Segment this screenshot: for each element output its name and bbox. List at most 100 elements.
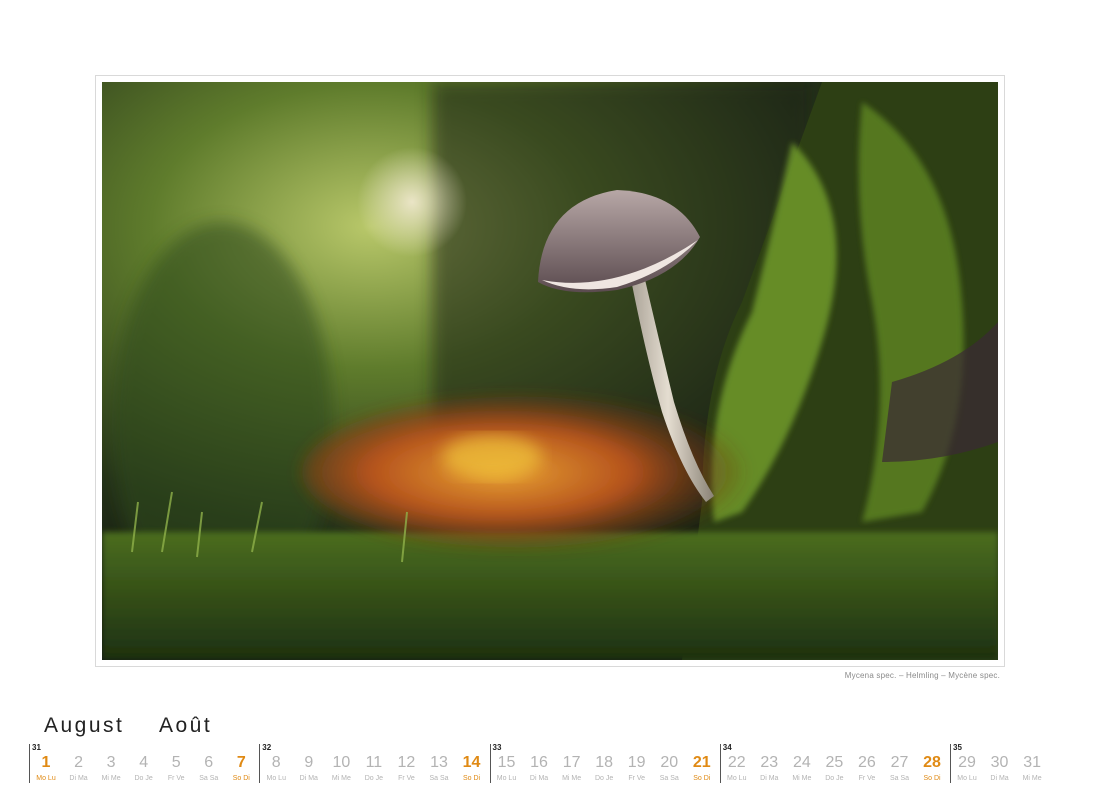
calendar-day: 9 Di Ma [293, 754, 325, 784]
calendar-day: 6 Sa Sa [193, 754, 225, 784]
weekday-label: Mo Lu [957, 775, 977, 782]
month-title-german: August [44, 714, 125, 737]
calendar-day: 3 Mi Me [95, 754, 127, 784]
calendar-day: 26 Fr Ve [851, 754, 883, 784]
calendar-day: 29 Mo Lu [951, 754, 983, 784]
weekday-label: Sa Sa [659, 775, 679, 782]
calendar-day: 13 Sa Sa [423, 754, 455, 784]
weekday-label: Mi Me [101, 775, 121, 782]
day-number: 6 [204, 754, 214, 771]
day-number: 2 [74, 754, 83, 771]
day-number: 31 [1023, 754, 1041, 771]
day-number: 23 [760, 754, 779, 771]
photo-illustration [102, 82, 998, 660]
calendar-day: 24 Mi Me [786, 754, 818, 784]
week-number: 32 [262, 743, 272, 752]
weekday-label: Mo Lu [727, 775, 747, 782]
weekday-label: Fr Ve [398, 775, 415, 782]
month-title-french: Août [159, 714, 213, 737]
weekday-label: Sa Sa [199, 775, 219, 782]
weekday-label: So Di [232, 775, 250, 782]
day-number: 10 [332, 754, 351, 771]
day-number: 18 [595, 754, 614, 771]
day-number: 14 [462, 754, 481, 771]
weekday-label: Mi Me [562, 775, 582, 782]
weekday-label: Sa Sa [429, 775, 449, 782]
calendar-day: 1 Mo Lu [30, 754, 62, 784]
calendar-day: 12 Fr Ve [390, 754, 422, 784]
photo-caption: Mycena spec. – Helmling – Mycène spec. [844, 671, 1000, 680]
weekday-label: Do Je [364, 775, 384, 782]
calendar-day: 28 So Di [916, 754, 948, 784]
day-number: 9 [304, 754, 314, 771]
calendar-day: 27 Sa Sa [884, 754, 916, 784]
weekday-label: Di Ma [990, 775, 1009, 782]
week-number: 31 [32, 743, 41, 752]
day-number: 3 [106, 754, 116, 771]
calendar-day: 10 Mi Me [325, 754, 357, 784]
weekday-label: Fr Ve [167, 775, 185, 782]
weekday-label: Do Je [134, 775, 153, 782]
day-number: 21 [692, 754, 711, 771]
day-number: 16 [530, 754, 548, 771]
calendar-day: 5 Fr Ve [160, 754, 192, 784]
weekday-label: Di Ma [760, 775, 779, 782]
mushroom-photo [102, 82, 998, 660]
day-number: 15 [497, 754, 516, 771]
calendar-day: 23 Di Ma [753, 754, 785, 784]
weekday-label: Mo Lu [36, 775, 56, 782]
weekday-label: Mo Lu [496, 775, 517, 782]
day-number: 20 [660, 754, 679, 771]
weekday-label: Fr Ve [628, 775, 646, 782]
week-number: 34 [722, 743, 732, 752]
weekday-label: Mo Lu [266, 775, 286, 782]
calendar-day: 11 Do Je [358, 754, 390, 784]
day-number: 27 [890, 754, 909, 771]
calendar-day: 15 Mo Lu [491, 754, 523, 784]
weekday-label: Mi Me [331, 775, 351, 782]
calendar-day: 14 So Di [456, 754, 488, 784]
calendar-day: 19 Fr Ve [621, 754, 653, 784]
weekday-label: Mi Me [1022, 775, 1042, 782]
day-number: 12 [397, 754, 416, 771]
day-number: 30 [990, 754, 1009, 771]
weekday-label: Di Ma [299, 775, 318, 782]
calendar-day: 20 Sa Sa [653, 754, 685, 784]
day-number: 4 [139, 754, 149, 771]
weekday-label: Di Ma [529, 775, 549, 782]
weekday-label: So Di [693, 775, 711, 782]
calendar-day: 22 Mo Lu [721, 754, 753, 784]
calendar-day: 21 So Di [686, 754, 718, 784]
day-number: 11 [365, 754, 383, 771]
calendar-day: 17 Mi Me [556, 754, 588, 784]
day-number: 1 [41, 754, 51, 771]
calendar-day: 2 Di Ma [63, 754, 95, 784]
calendar-day: 31 Mi Me [1016, 754, 1048, 784]
calendar-day: 7 So Di [225, 754, 257, 784]
calendar-day: 25 Do Je [818, 754, 850, 784]
day-number: 5 [171, 754, 181, 771]
day-number: 13 [430, 754, 448, 771]
day-number: 7 [236, 754, 246, 771]
weekday-label: So Di [462, 775, 481, 782]
day-number: 24 [792, 754, 811, 771]
calendar-day: 8 Mo Lu [260, 754, 292, 784]
weekday-label: Do Je [825, 775, 844, 782]
photo-frame [95, 75, 1005, 667]
day-number: 25 [825, 754, 844, 771]
weekday-label: Do Je [594, 775, 614, 782]
calendar-day: 18 Do Je [588, 754, 620, 784]
weekday-label: Fr Ve [858, 775, 876, 782]
weekday-label: Sa Sa [889, 775, 910, 782]
weekday-label: Di Ma [69, 775, 88, 782]
day-number: 8 [271, 754, 281, 771]
calendar-day: 4 Do Je [128, 754, 160, 784]
week-number: 35 [953, 743, 962, 752]
weekday-label: So Di [923, 775, 941, 782]
day-number: 29 [958, 754, 976, 771]
day-number: 17 [562, 754, 581, 771]
weekday-label: Mi Me [792, 775, 812, 782]
day-number: 22 [727, 754, 746, 771]
day-number: 28 [923, 754, 941, 771]
calendar-day: 16 Di Ma [523, 754, 555, 784]
